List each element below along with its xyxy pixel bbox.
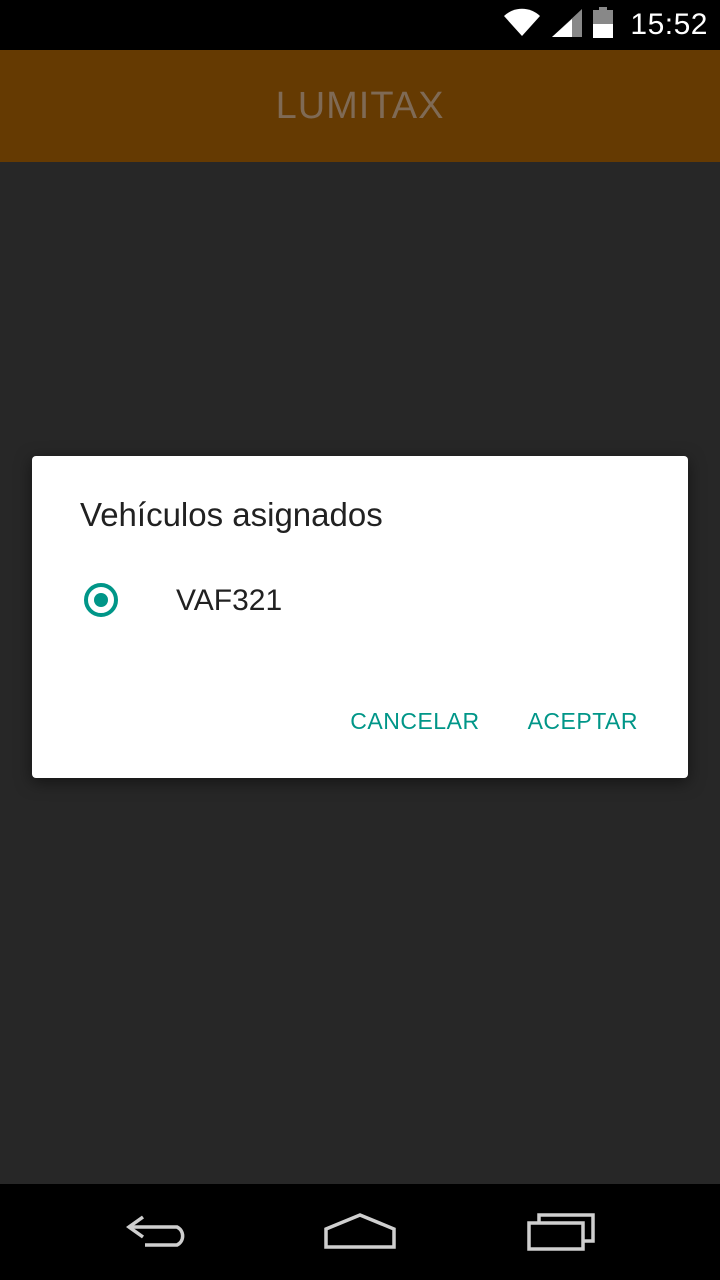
radio-option-vaf321[interactable]: VAF321	[32, 568, 688, 638]
home-icon	[322, 1211, 398, 1256]
nav-bar	[0, 1184, 720, 1280]
recents-button[interactable]	[516, 1208, 606, 1258]
back-button[interactable]	[115, 1208, 205, 1258]
screen: 15:52 LUMITAX Vehículos asignados VAF321…	[0, 0, 720, 1280]
dialog-actions: CANCELAR ACEPTAR	[336, 698, 652, 745]
radio-button[interactable]	[84, 583, 118, 617]
battery-icon	[592, 6, 614, 44]
dialog-title: Vehículos asignados	[80, 496, 383, 533]
radio-option-label: VAF321	[176, 584, 283, 617]
signal-icon	[550, 7, 584, 44]
status-icons: 15:52	[502, 0, 708, 50]
vehicle-dialog: Vehículos asignados VAF321 CANCELAR ACEP…	[32, 456, 688, 778]
radio-selected-dot	[94, 593, 108, 607]
app-title: LUMITAX	[275, 84, 445, 127]
wifi-icon	[502, 8, 542, 43]
cancel-button[interactable]: CANCELAR	[336, 698, 493, 745]
app-bar: LUMITAX	[0, 50, 720, 162]
back-icon	[125, 1211, 195, 1256]
status-time: 15:52	[630, 8, 708, 41]
recents-icon	[525, 1211, 597, 1256]
accept-button[interactable]: ACEPTAR	[514, 698, 652, 745]
home-button[interactable]	[315, 1208, 405, 1258]
status-bar: 15:52	[0, 0, 720, 50]
